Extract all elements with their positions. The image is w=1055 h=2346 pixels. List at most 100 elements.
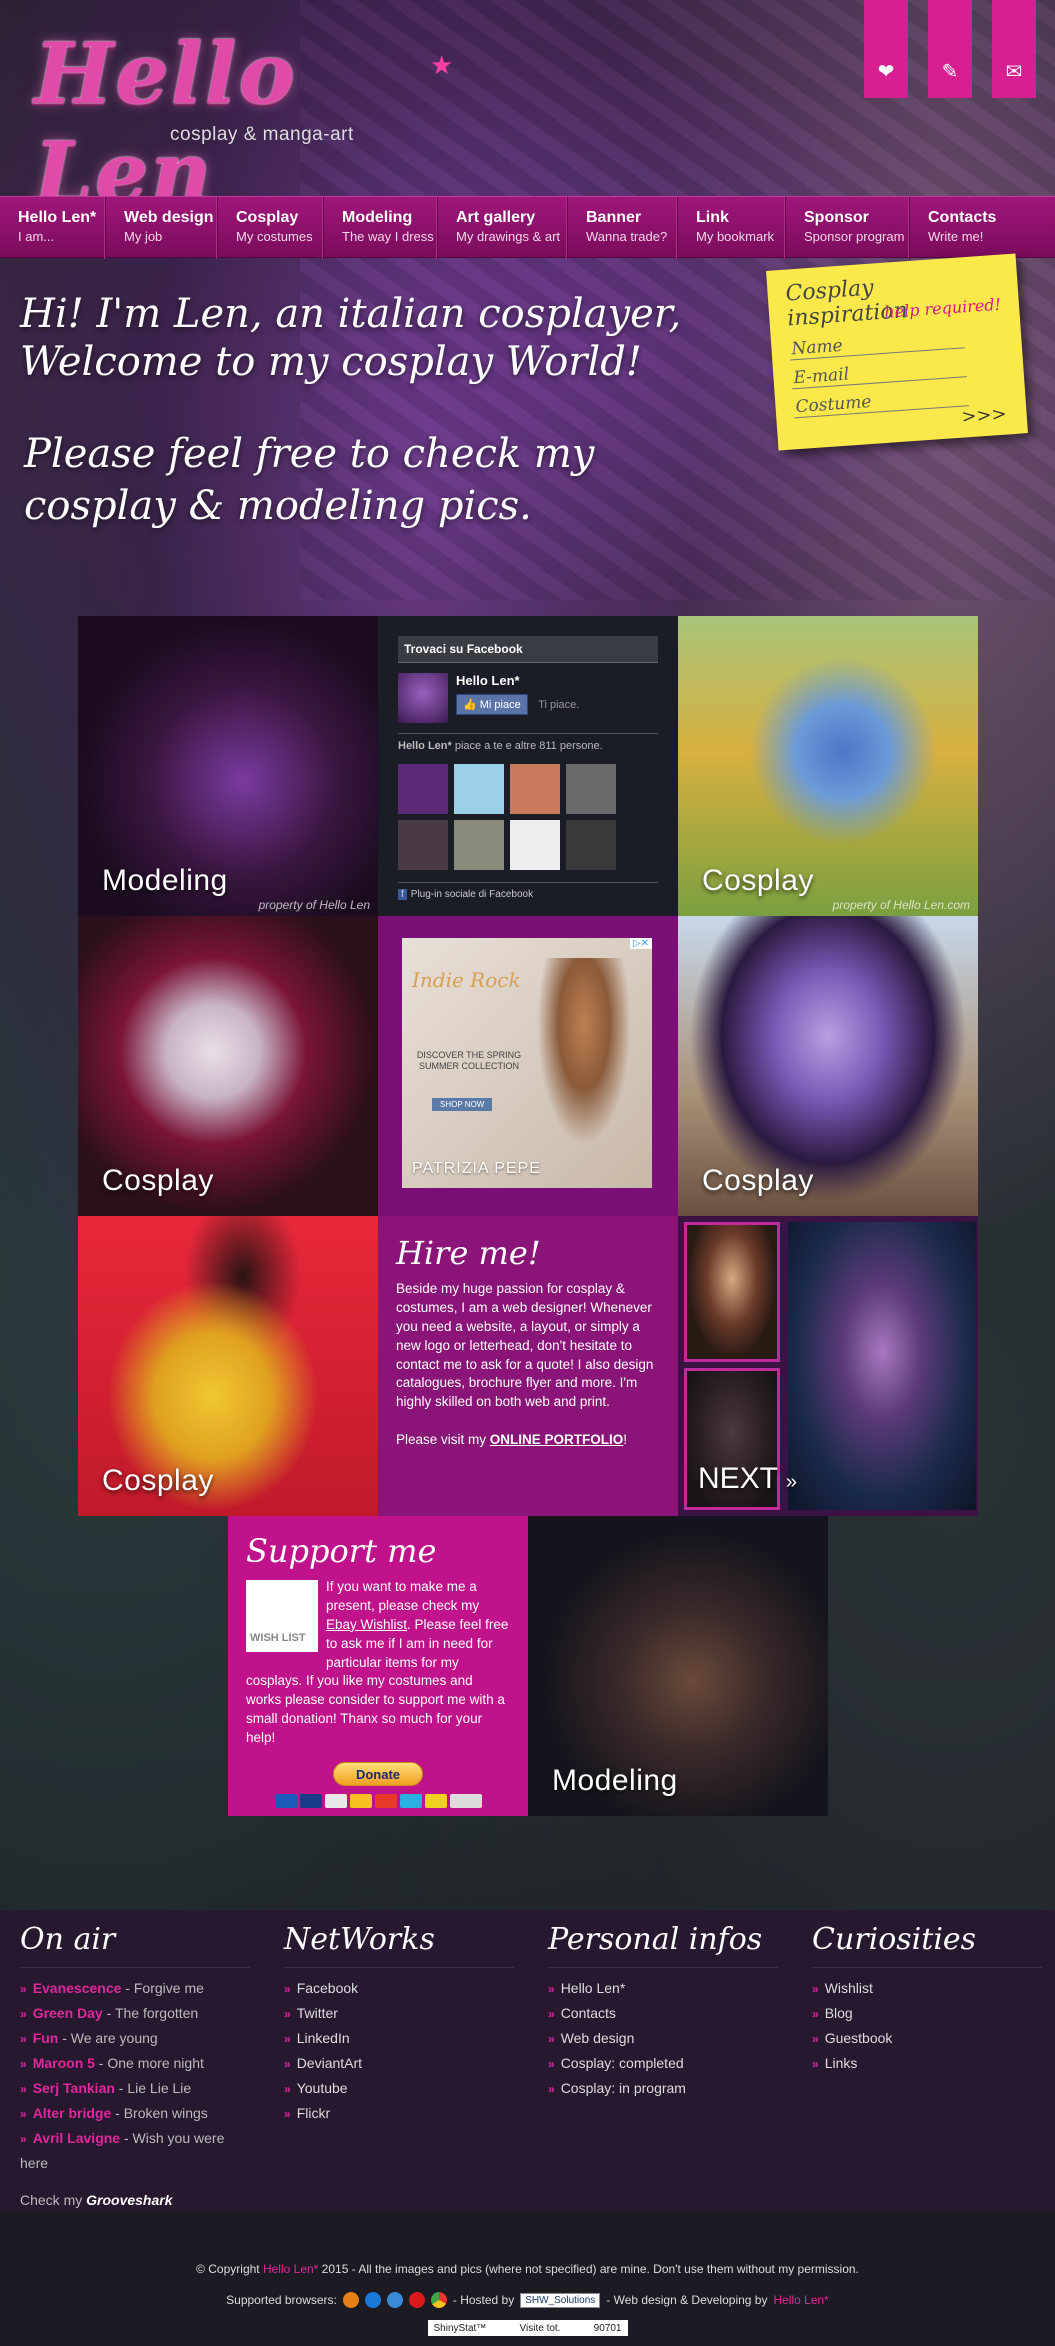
network-link-twitter[interactable]: » Twitter: [284, 2001, 514, 2026]
network-link-deviantart[interactable]: » DeviantArt: [284, 2051, 514, 2076]
portfolio-link[interactable]: ONLINE PORTFOLIO: [490, 1432, 624, 1447]
visits-label: Visite tot.: [519, 2322, 561, 2334]
tile-modeling-1[interactable]: Modeling property of Hello Len: [78, 616, 378, 916]
nav-subtitle: My drawings & art: [456, 229, 561, 244]
next-button[interactable]: NEXT »: [698, 1462, 797, 1496]
ad-banner[interactable]: Indie Rock DISCOVER THE SPRING SUMMER CO…: [402, 938, 652, 1188]
site-logo[interactable]: Hello Len ★ cosplay & manga-art: [22, 12, 482, 222]
song-item[interactable]: » Serj Tankian - Lie Lie Lie: [20, 2076, 250, 2101]
fb-plugin-footer: f Plug-in sociale di Facebook: [398, 882, 658, 900]
fb-faces-grid: [398, 764, 658, 870]
nav-title: Banner: [586, 209, 642, 226]
pencil-icon[interactable]: ✎: [928, 0, 972, 98]
nav-item-link[interactable]: Link My bookmark: [678, 197, 786, 259]
hosted-text: - Hosted by: [452, 2293, 515, 2307]
ebay-wishlist-logo[interactable]: ebay WISH LIST: [246, 1580, 318, 1652]
next-gallery-tile[interactable]: NEXT »: [678, 1216, 978, 1516]
donate-button[interactable]: Donate: [333, 1762, 423, 1787]
fb-like-label: Mi piace: [479, 699, 521, 711]
song-item[interactable]: » Alter bridge - Broken wings: [20, 2101, 250, 2126]
fb-fans-count: piace a te e altre 811 persone.: [454, 740, 603, 752]
chevron-icon: »: [20, 1982, 27, 1996]
song-artist: Green Day: [32, 2005, 103, 2021]
nav-item-banner[interactable]: Banner Wanna trade?: [568, 197, 678, 259]
tile-cosplay-4[interactable]: Cosplay: [78, 1216, 378, 1516]
heart-icon[interactable]: ❤: [864, 0, 908, 98]
network-link-flickr[interactable]: » Flickr: [284, 2101, 514, 2126]
nav-item-hello-len[interactable]: Hello Len* I am...: [0, 197, 106, 259]
nav-item-modeling[interactable]: Modeling The way I dress: [324, 197, 438, 259]
cosplay-inspiration-postit[interactable]: Cosplay inspiration help required! Name …: [766, 253, 1028, 451]
shinystat-counter[interactable]: ShinyStat™ Visite tot. 90701: [427, 2320, 628, 2336]
postit-name-field[interactable]: Name: [788, 327, 965, 361]
tile-cosplay-3[interactable]: Cosplay: [678, 916, 978, 1216]
speech-bubble-icon[interactable]: ✉: [992, 0, 1036, 98]
chevron-icon: »: [284, 2032, 291, 2046]
network-link-linkedin[interactable]: » LinkedIn: [284, 2026, 514, 2051]
copyright-brand-link[interactable]: Hello Len*: [263, 2262, 318, 2276]
tile-modeling-2[interactable]: Modeling: [528, 1516, 828, 1816]
personal-link[interactable]: » Cosplay: completed: [548, 2051, 778, 2076]
song-item[interactable]: » Green Day - The forgotten: [20, 2001, 250, 2026]
curiosity-link[interactable]: » Guestbook: [812, 2026, 1042, 2051]
personal-link[interactable]: » Contacts: [548, 2001, 778, 2026]
personal-link[interactable]: » Web design: [548, 2026, 778, 2051]
curiosity-link[interactable]: » Blog: [812, 2001, 1042, 2026]
fb-fan-avatar[interactable]: [566, 764, 616, 814]
curiosity-link[interactable]: » Wishlist: [812, 1976, 1042, 2001]
personal-link[interactable]: » Cosplay: in program: [548, 2076, 778, 2101]
personal-link[interactable]: » Hello Len*: [548, 1976, 778, 2001]
card-icon: [399, 1794, 422, 1809]
postit-email-field[interactable]: E-mail: [790, 356, 967, 390]
fb-fan-avatar[interactable]: [454, 764, 504, 814]
nav-item-sponsor[interactable]: Sponsor Sponsor program: [786, 197, 910, 259]
fb-fan-avatar[interactable]: [510, 764, 560, 814]
ad-shop-button[interactable]: SHOP NOW: [432, 1098, 493, 1111]
logo-star-icon: ★: [430, 50, 454, 80]
nav-item-art-gallery[interactable]: Art gallery My drawings & art: [438, 197, 568, 259]
fb-like-button[interactable]: 👍 Mi piace: [456, 694, 528, 715]
host-logo-link[interactable]: SHW_Solutions: [520, 2292, 601, 2308]
fb-fans-name: Hello Len*: [398, 740, 452, 752]
song-item[interactable]: » Avril Lavigne - Wish you were here: [20, 2126, 250, 2175]
song-item[interactable]: » Maroon 5 - One more night: [20, 2051, 250, 2076]
fb-fan-avatar[interactable]: [398, 764, 448, 814]
chevron-icon: »: [812, 2007, 819, 2021]
ad-close-icon[interactable]: ▷✕: [629, 938, 652, 949]
hire-body: Beside my huge passion for cosplay & cos…: [396, 1280, 664, 1450]
ebay-wishlist-link[interactable]: Ebay Wishlist: [326, 1617, 407, 1632]
nav-item-cosplay[interactable]: Cosplay My costumes: [218, 197, 324, 259]
fb-fan-avatar[interactable]: [566, 820, 616, 870]
ebay-logo-text: ebay: [252, 1588, 303, 1613]
postit-costume-field[interactable]: Costume: [792, 385, 969, 419]
chevron-icon: »: [812, 2032, 819, 2046]
chevron-icon: »: [20, 2107, 27, 2121]
nav-item-web-design[interactable]: Web design My job: [106, 197, 218, 259]
nav-title: Sponsor: [804, 209, 869, 226]
fb-fan-avatar[interactable]: [510, 820, 560, 870]
postit-submit-arrows[interactable]: >>>: [961, 404, 1008, 428]
link-label: Web design: [560, 2030, 635, 2046]
nav-item-contacts[interactable]: Contacts Write me!: [910, 197, 1055, 259]
curiosity-link[interactable]: » Links: [812, 2051, 1042, 2076]
fb-page-avatar[interactable]: [398, 673, 448, 723]
tile-cosplay-1[interactable]: Cosplay property of Hello Len.com: [678, 616, 978, 916]
grooveshark-link[interactable]: Check my Grooveshark: [20, 2192, 173, 2208]
fb-plugin-text: Plug-in sociale di Facebook: [410, 889, 534, 900]
next-arrow-icon: »: [785, 1471, 797, 1493]
chevron-icon: »: [20, 2032, 27, 2046]
fb-page-name[interactable]: Hello Len*: [456, 673, 579, 688]
mastercard-icon: [274, 1794, 297, 1809]
visa-icon: [299, 1794, 322, 1809]
link-label: Cosplay: in program: [560, 2080, 686, 2096]
song-item[interactable]: » Fun - We are young: [20, 2026, 250, 2051]
tile-cosplay-2[interactable]: Cosplay: [78, 916, 378, 1216]
nav-title: Cosplay: [236, 209, 299, 226]
network-link-facebook[interactable]: » Facebook: [284, 1976, 514, 2001]
song-item[interactable]: » Evanescence - Forgive me: [20, 1976, 250, 2001]
designer-link[interactable]: Hello Len*: [773, 2293, 828, 2307]
tile-label: Cosplay: [102, 1464, 214, 1497]
network-link-youtube[interactable]: » Youtube: [284, 2076, 514, 2101]
fb-fan-avatar[interactable]: [398, 820, 448, 870]
fb-fan-avatar[interactable]: [454, 820, 504, 870]
